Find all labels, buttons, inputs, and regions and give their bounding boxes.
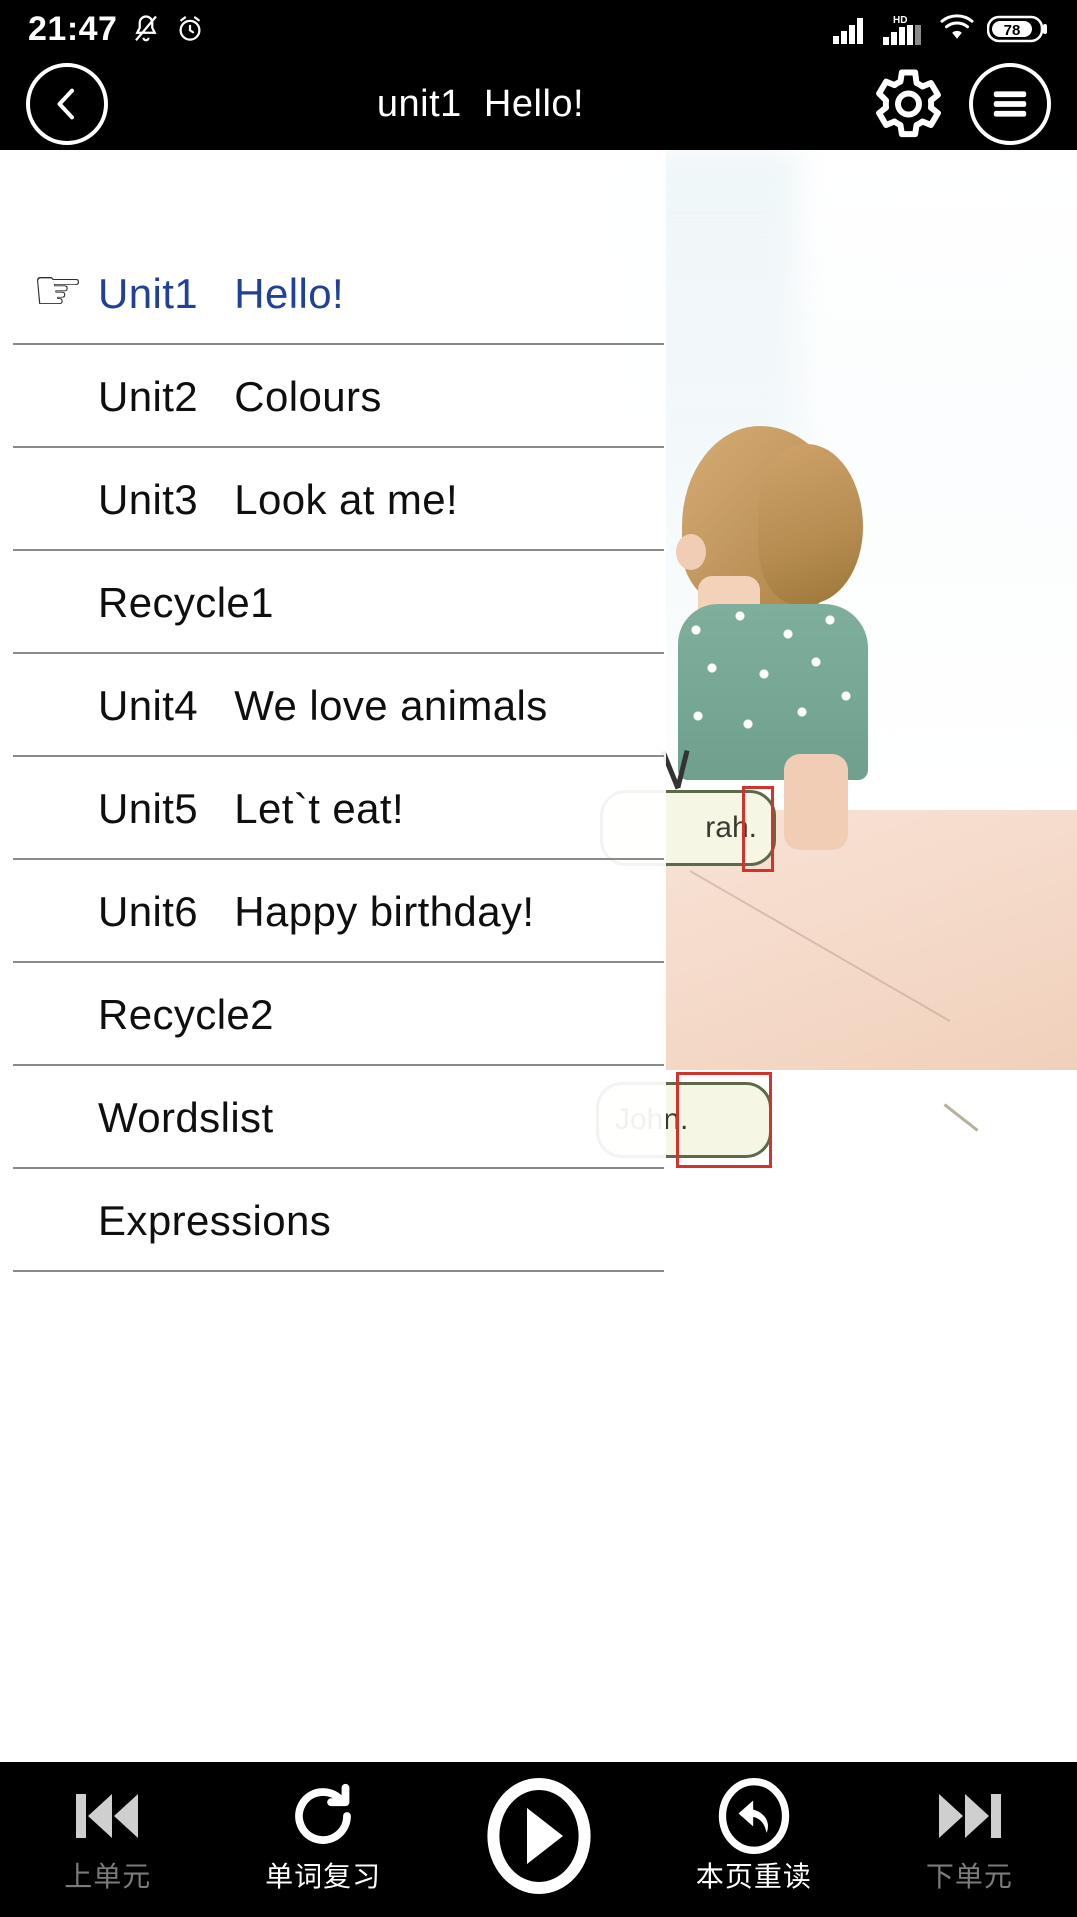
unit-list-item-unit5[interactable]: Unit5 Let`t eat!	[0, 757, 666, 860]
unit-list-item-unit4[interactable]: Unit4 We love animals	[0, 654, 666, 757]
unit-list-panel: ☞ Unit1 Hello! Unit2 Colours Unit3 Look …	[0, 150, 666, 1762]
speech-bubble-2-highlight	[676, 1072, 772, 1168]
unit-list-item-label: Wordslist	[98, 1093, 274, 1141]
bell-muted-icon	[131, 13, 161, 45]
svg-text:HD: HD	[893, 15, 907, 26]
skip-previous-icon	[72, 1785, 144, 1847]
replay-page-button[interactable]: 本页重读	[646, 1762, 861, 1917]
word-review-refresh-icon	[287, 1783, 359, 1847]
unit-list-item-label: Recycle2	[98, 990, 274, 1038]
next-unit-label: 下单元	[925, 1860, 1013, 1892]
word-review-button[interactable]: 单词复习	[215, 1762, 430, 1917]
girl-shirt	[678, 604, 868, 780]
bottom-toolbar: 上单元 单词复习 本页重读 下单元	[0, 1762, 1077, 1917]
unit-list-item-label: Unit6 Happy birthday!	[98, 887, 535, 935]
unit-list-item-unit6[interactable]: Unit6 Happy birthday!	[0, 860, 666, 963]
unit-list-item-recycle2[interactable]: Recycle2	[0, 963, 666, 1066]
unit-list-item-label: Unit2 Colours	[98, 372, 382, 420]
replay-page-label: 本页重读	[695, 1860, 812, 1892]
unit-list: ☞ Unit1 Hello! Unit2 Colours Unit3 Look …	[0, 242, 666, 1272]
hamburger-menu-icon	[988, 86, 1032, 122]
settings-button[interactable]	[863, 62, 947, 146]
unit-list-item-label: Unit1 Hello!	[98, 269, 345, 317]
back-button[interactable]	[26, 63, 108, 145]
unit-list-item-label: Unit3 Look at me!	[98, 475, 459, 523]
girl-ear	[676, 534, 706, 570]
wifi-icon	[939, 14, 975, 44]
unit-list-item-unit2[interactable]: Unit2 Colours	[0, 345, 666, 448]
content-area: rah. John. ☞ Unit1 Hello! Unit2 Colours	[0, 150, 1077, 1762]
unit-list-item-unit1[interactable]: ☞ Unit1 Hello!	[0, 242, 666, 345]
status-bar: 21:47 HD 78	[0, 0, 1077, 58]
status-bar-left: 21:47	[28, 12, 205, 46]
alarm-clock-icon	[175, 13, 205, 45]
phone-screen: 21:47 HD 78 unit1 Hello! rah. ☞ Unit1 He…	[0, 0, 1077, 1917]
prev-unit-label: 上单元	[64, 1860, 152, 1892]
speech-bubble-1-highlight	[742, 786, 774, 872]
unit-list-item-label: Expressions	[98, 1196, 332, 1244]
page-scribble	[943, 1103, 979, 1132]
battery-icon: 78	[987, 13, 1049, 45]
girl-arm	[784, 754, 848, 850]
status-time: 21:47	[28, 10, 118, 48]
unit-list-item-expressions[interactable]: Expressions	[0, 1169, 666, 1272]
unit-list-item-label: Unit5 Let`t eat!	[98, 784, 405, 832]
unit-list-item-wordslist[interactable]: Wordslist	[0, 1066, 666, 1169]
unit-list-item-unit3[interactable]: Unit3 Look at me!	[0, 448, 666, 551]
hd-signal-icon: HD	[883, 13, 927, 45]
unit-list-item-recycle1[interactable]: Recycle1	[0, 551, 666, 654]
girl-ponytail	[758, 444, 863, 604]
skip-next-icon	[933, 1785, 1005, 1847]
app-header: unit1 Hello!	[0, 58, 1077, 150]
replay-page-icon	[717, 1777, 791, 1854]
signal-bars-icon	[833, 14, 871, 44]
unit-list-item-label: Unit4 We love animals	[98, 681, 548, 729]
play-icon	[486, 1777, 591, 1894]
next-unit-button[interactable]: 下单元	[862, 1762, 1077, 1917]
gear-icon	[863, 62, 947, 146]
play-button[interactable]	[431, 1762, 646, 1917]
unit-list-item-label: Recycle1	[98, 578, 274, 626]
prev-unit-button[interactable]: 上单元	[0, 1762, 215, 1917]
girl-illustration	[672, 426, 882, 850]
chevron-left-icon	[47, 84, 87, 124]
word-review-label: 单词复习	[265, 1860, 382, 1892]
pointing-hand-icon: ☞	[32, 257, 84, 323]
status-bar-right: HD 78	[833, 13, 1049, 45]
page-title: unit1 Hello!	[376, 82, 585, 125]
menu-button[interactable]	[969, 63, 1051, 145]
svg-text:78: 78	[1004, 22, 1021, 39]
